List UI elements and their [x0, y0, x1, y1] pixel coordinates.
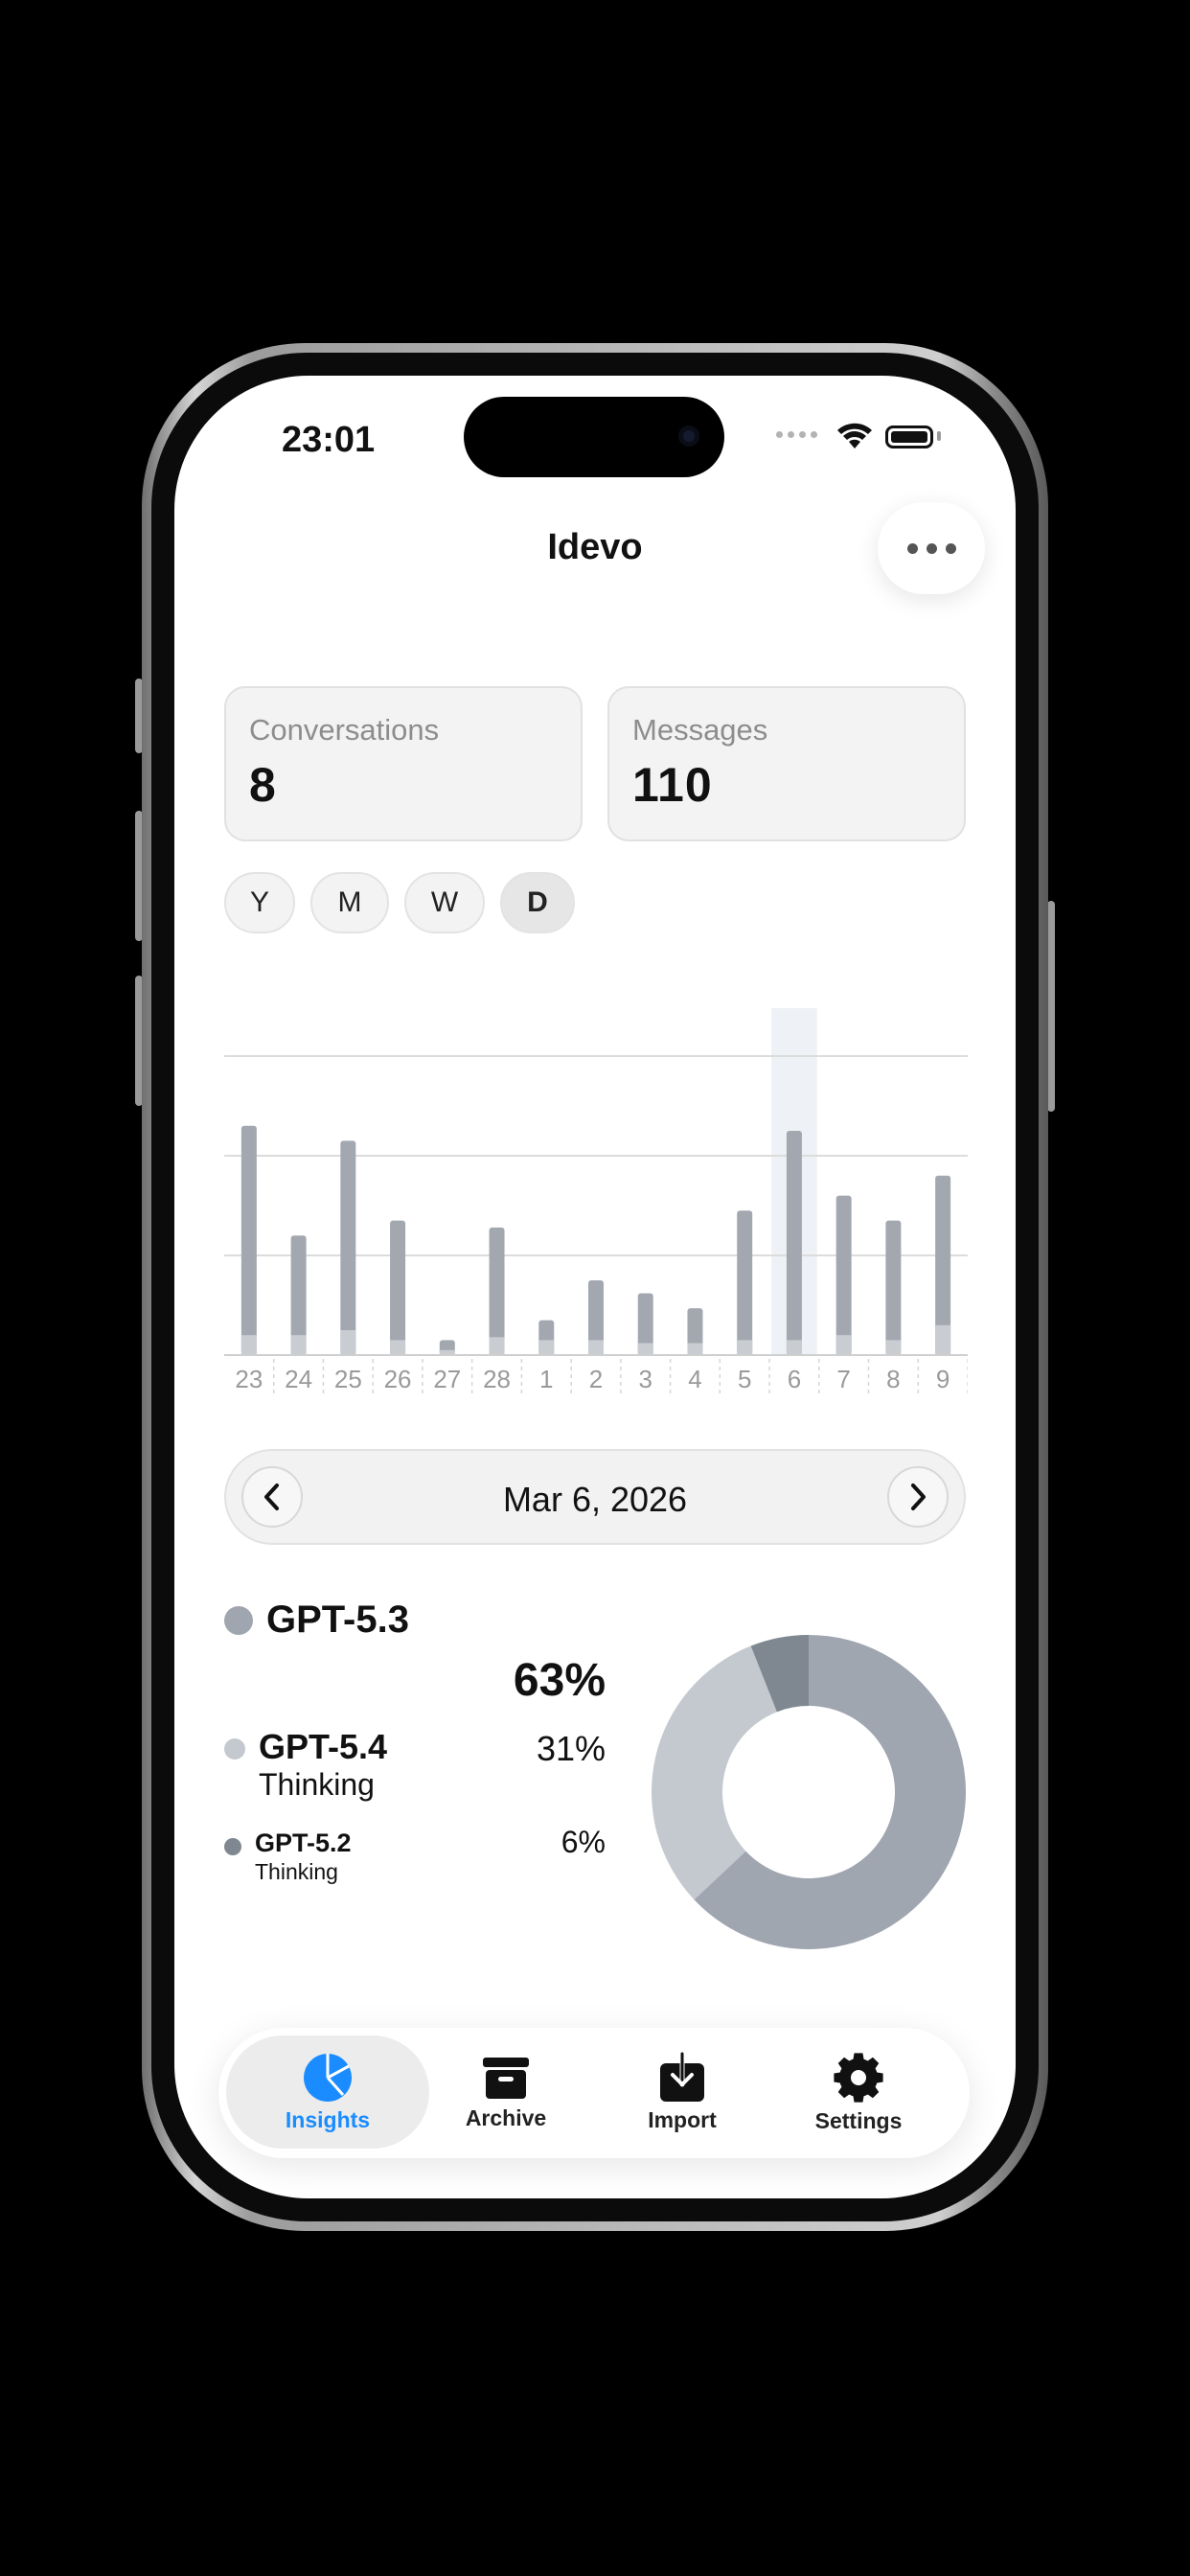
tab-import[interactable]: Import	[617, 2036, 747, 2149]
model-percent: 6%	[561, 1825, 606, 1859]
bar[interactable]	[835, 1195, 852, 1355]
tab-settings[interactable]: Settings	[791, 2036, 926, 2149]
status-time: 23:01	[282, 420, 376, 460]
bar-segment-secondary	[885, 1340, 902, 1355]
tab-archive[interactable]: Archive	[441, 2036, 571, 2149]
stat-value: 110	[632, 758, 713, 812]
chevron-right-icon	[911, 1484, 926, 1510]
model-percent: 63%	[513, 1655, 606, 1706]
x-tick-label: 8	[886, 1365, 900, 1393]
bar-segment-secondary	[538, 1340, 555, 1355]
x-tick-label: 24	[285, 1365, 312, 1393]
tab-insights[interactable]: Insights	[226, 2036, 429, 2149]
bar[interactable]	[737, 1210, 753, 1355]
bar-segment-secondary	[737, 1340, 753, 1355]
bar-segment-secondary	[588, 1340, 604, 1355]
front-camera-icon	[678, 426, 699, 447]
bar-segment-secondary	[687, 1343, 703, 1355]
model-name: GPT-5.3	[266, 1598, 409, 1641]
pie-chart-icon	[304, 2053, 352, 2102]
legend-swatch-gpt-5-4	[224, 1738, 245, 1760]
more-dot-icon	[926, 542, 937, 554]
x-tick-label: 28	[483, 1365, 511, 1393]
bar-segment-secondary	[935, 1324, 951, 1355]
next-day-button[interactable]	[887, 1466, 949, 1528]
gear-icon	[834, 2052, 883, 2103]
bar-segment-secondary	[786, 1340, 802, 1355]
tab-label: Insights	[285, 2106, 371, 2132]
range-month-button[interactable]: M	[310, 872, 389, 933]
x-tick-label: 7	[836, 1365, 850, 1393]
x-tick-label: 27	[433, 1365, 461, 1393]
model-share-donut-chart	[652, 1635, 966, 1949]
dynamic-island	[464, 397, 724, 477]
wifi-icon	[837, 423, 872, 448]
model-subtitle: Thinking	[255, 1859, 338, 1884]
stat-value: 8	[249, 758, 277, 812]
bar[interactable]	[489, 1227, 505, 1355]
daily-bar-chart[interactable]: 23 24 25 26 27 28 1 2 3 4 5 6 7 8 9	[224, 1008, 968, 1411]
legend-swatch-gpt-5-3	[224, 1606, 253, 1635]
x-tick-label: 6	[788, 1365, 801, 1393]
tab-label: Settings	[814, 2107, 903, 2133]
x-tick-label: 23	[235, 1365, 263, 1393]
cellular-signal-icon	[776, 431, 817, 438]
bar-segment-secondary	[340, 1330, 356, 1355]
range-day-button[interactable]: D	[500, 872, 575, 933]
bar-segment-secondary	[290, 1335, 307, 1355]
stat-label: Conversations	[249, 713, 440, 747]
import-tray-icon	[660, 2051, 704, 2102]
x-tick-label: 9	[936, 1365, 950, 1393]
model-percent: 31%	[536, 1729, 606, 1768]
x-tick-label: 4	[688, 1365, 701, 1393]
bar[interactable]	[240, 1125, 257, 1355]
model-name: GPT-5.4	[259, 1727, 388, 1766]
date-navigator: Mar 6, 2026	[224, 1449, 966, 1545]
more-dot-icon	[945, 542, 956, 554]
bar-segment-secondary	[390, 1340, 406, 1355]
bar[interactable]	[786, 1131, 802, 1355]
bar-segment-secondary	[240, 1335, 257, 1355]
x-tick-label: 5	[738, 1365, 751, 1393]
archive-box-icon	[483, 2057, 529, 2099]
bar-segment-secondary	[637, 1343, 653, 1355]
x-tick-label: 2	[589, 1365, 603, 1393]
phone-screen: 23:01 Idevo Conversations 8 Messages 110…	[174, 376, 1016, 2198]
range-week-button[interactable]: W	[404, 872, 485, 933]
battery-icon	[885, 426, 933, 448]
current-date-label: Mar 6, 2026	[502, 1480, 688, 1519]
range-year-button[interactable]: Y	[224, 872, 295, 933]
more-options-button[interactable]	[878, 502, 985, 594]
battery-tip	[937, 431, 941, 441]
bar[interactable]	[390, 1220, 406, 1355]
bar-segment-secondary	[835, 1335, 852, 1355]
messages-card: Messages 110	[607, 686, 966, 841]
power-button	[1047, 901, 1055, 1112]
tab-label: Archive	[465, 2104, 547, 2130]
bar-segment-secondary	[489, 1337, 505, 1355]
x-tick-label: 25	[334, 1365, 362, 1393]
x-tick-label: 3	[638, 1365, 652, 1393]
bar[interactable]	[885, 1220, 902, 1355]
stat-label: Messages	[632, 713, 768, 747]
bar[interactable]	[340, 1140, 356, 1355]
more-dot-icon	[906, 542, 918, 554]
tab-label: Import	[648, 2106, 717, 2132]
model-name: GPT-5.2	[255, 1828, 352, 1857]
conversations-card: Conversations 8	[224, 686, 583, 841]
legend-swatch-gpt-5-2	[224, 1838, 241, 1855]
model-subtitle: Thinking	[259, 1767, 375, 1802]
donut-slice	[652, 1645, 777, 1900]
x-tick-label: 26	[384, 1365, 412, 1393]
tab-bar: Insights Archive Import Settings	[218, 2028, 970, 2158]
x-tick-label: 1	[539, 1365, 553, 1393]
